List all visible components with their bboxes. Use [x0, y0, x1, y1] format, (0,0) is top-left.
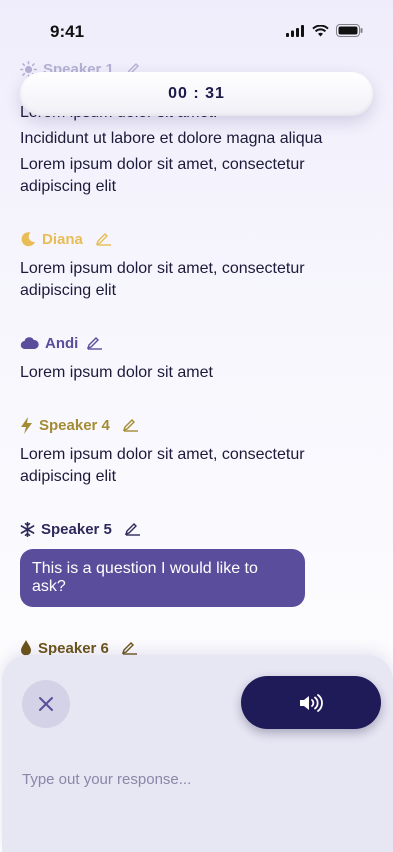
- lightning-icon: [21, 416, 32, 434]
- transcript: Speaker 1 Lorem ipsum dolor sit amet. In…: [20, 56, 375, 659]
- transcript-entry: Diana Lorem ipsum dolor sit amet, consec…: [20, 228, 375, 302]
- speaker-name: Andi: [45, 334, 79, 352]
- transcript-line: Lorem ipsum dolor sit amet, consectetur …: [20, 446, 305, 485]
- edit-icon[interactable]: [121, 641, 138, 655]
- speaker-label[interactable]: Andi: [20, 332, 375, 354]
- response-panel: [2, 655, 393, 852]
- moon-icon: [21, 232, 35, 247]
- speaker-label[interactable]: Diana: [20, 228, 375, 250]
- speaker-name: Speaker 5: [41, 520, 112, 538]
- edit-icon[interactable]: [124, 522, 141, 536]
- close-icon: [39, 697, 53, 711]
- status-icons: [286, 24, 363, 37]
- speaker-label[interactable]: Speaker 4: [20, 414, 375, 436]
- edit-icon[interactable]: [86, 336, 103, 350]
- speaker-name: Speaker 6: [38, 639, 109, 657]
- transcript-line: Incididunt ut labore et dolore magna ali…: [20, 130, 323, 147]
- cloud-icon: [20, 337, 39, 350]
- speaker-label[interactable]: Speaker 5: [20, 518, 375, 540]
- speaker-volume-icon: [300, 693, 323, 712]
- edit-icon[interactable]: [122, 418, 139, 432]
- transcript-entry: Andi Lorem ipsum dolor sit amet: [20, 332, 375, 384]
- close-button[interactable]: [22, 680, 70, 728]
- droplet-icon: [21, 640, 31, 656]
- speaker-name: Speaker 4: [39, 416, 110, 434]
- recording-timer: 00 : 31: [20, 72, 373, 116]
- speaker-name: Diana: [42, 230, 83, 248]
- transcript-line: Lorem ipsum dolor sit amet, consectetur …: [20, 156, 305, 195]
- signal-icon: [286, 24, 304, 37]
- transcript-entry: Speaker 4 Lorem ipsum dolor sit amet, co…: [20, 414, 375, 488]
- battery-icon: [336, 24, 363, 37]
- status-time: 9:41: [50, 22, 85, 41]
- question-bubble[interactable]: This is a question I would like to ask?: [20, 549, 305, 607]
- transcript-line: Lorem ipsum dolor sit amet: [20, 364, 213, 381]
- snowflake-icon: [20, 521, 35, 537]
- transcript-entry: Speaker 5 This is a question I would lik…: [20, 518, 375, 607]
- response-input[interactable]: [22, 765, 372, 793]
- edit-icon[interactable]: [95, 232, 112, 246]
- wifi-icon: [312, 24, 329, 36]
- transcript-line: Lorem ipsum dolor sit amet, consectetur …: [20, 260, 305, 299]
- play-audio-button[interactable]: [241, 676, 381, 729]
- status-bar: 9:41: [0, 0, 393, 56]
